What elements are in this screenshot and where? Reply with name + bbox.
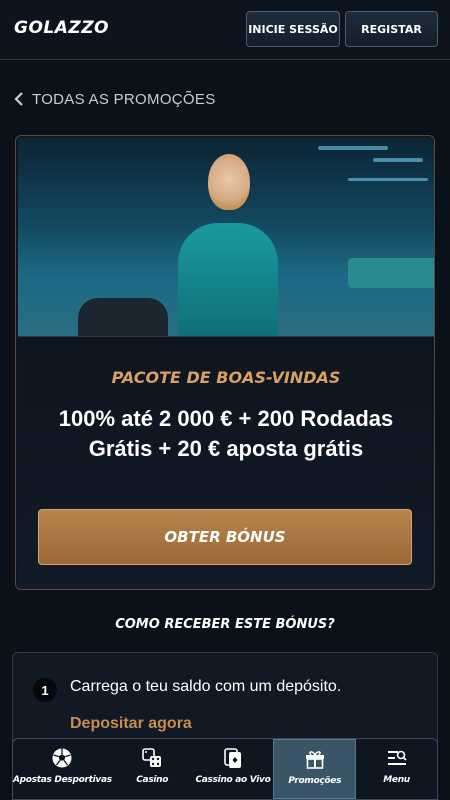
nav-label: Casino — [136, 775, 169, 785]
login-button[interactable]: INICIE SESSÃO — [246, 11, 340, 47]
gift-icon — [305, 751, 324, 769]
nav-item-menu[interactable]: Menu — [356, 739, 437, 799]
register-button[interactable]: REGISTAR — [345, 11, 438, 47]
nav-item-promotions[interactable]: Promoções — [273, 739, 357, 799]
get-bonus-button[interactable]: OBTER BÓNUS — [38, 509, 412, 565]
dice-icon — [142, 748, 162, 767]
promo-description: 100% até 2 000 € + 200 Rodadas Grátis + … — [58, 406, 394, 461]
deposit-now-link[interactable]: Depositar agora — [70, 715, 192, 733]
chevron-left-icon — [14, 92, 24, 106]
nav-label: Menu — [383, 775, 410, 785]
back-link-label: TODAS AS PROMOÇÕES — [32, 90, 216, 108]
nav-label: Cassino ao Vivo — [195, 775, 271, 785]
step-text: Carrega o teu saldo com um depósito. — [70, 678, 342, 695]
step-number: 1 — [33, 678, 57, 702]
promo-card: PACOTE DE BOAS-VINDAS 100% até 2 000 € +… — [15, 135, 435, 590]
nav-item-live-casino[interactable]: Cassino ao Vivo — [193, 739, 274, 799]
top-header: GOLAZZO INICIE SESSÃO REGISTAR — [0, 0, 450, 60]
promo-title: PACOTE DE BOAS-VINDAS — [111, 368, 341, 387]
back-to-promotions-link[interactable]: TODAS AS PROMOÇÕES — [14, 89, 216, 109]
nav-label: Promoções — [288, 776, 342, 786]
menu-search-icon — [387, 750, 407, 765]
soccer-ball-icon — [52, 748, 72, 768]
how-to-title: COMO RECEBER ESTE BÓNUS? — [115, 617, 335, 632]
promo-hero-image — [18, 138, 434, 336]
bottom-navigation: Apostas Desportivas Casino Cassino ao Vi… — [12, 738, 438, 800]
nav-item-casino[interactable]: Casino — [112, 739, 193, 799]
nav-label: Apostas Desportivas — [13, 775, 112, 785]
golazzo-logo[interactable]: GOLAZZO — [14, 18, 109, 38]
cards-icon — [224, 748, 241, 768]
nav-item-sports[interactable]: Apostas Desportivas — [13, 739, 112, 799]
